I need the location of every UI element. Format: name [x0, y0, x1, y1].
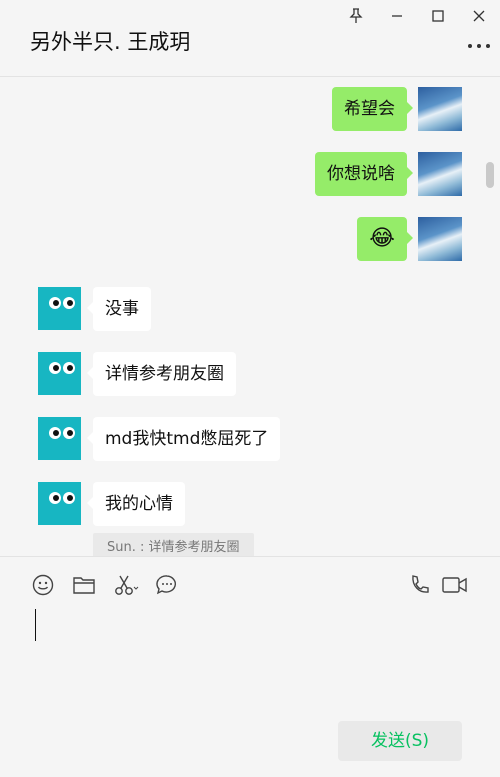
- more-options-icon[interactable]: [468, 36, 490, 56]
- message-row: 详情参考朋友圈: [0, 352, 500, 396]
- their-message-bubble[interactable]: 没事: [87, 287, 151, 331]
- contact-avatar[interactable]: [38, 417, 81, 460]
- contact-avatar[interactable]: [38, 482, 81, 525]
- message-row: 没事: [0, 287, 500, 331]
- my-avatar[interactable]: [418, 217, 462, 261]
- send-button[interactable]: 发送(S): [338, 721, 462, 761]
- message-row: 希望会: [0, 87, 500, 131]
- contact-avatar[interactable]: [38, 352, 81, 395]
- their-message-bubble[interactable]: 我的心情: [87, 482, 185, 526]
- video-call-icon[interactable]: [442, 573, 468, 597]
- contact-avatar[interactable]: [38, 287, 81, 330]
- my-avatar[interactable]: [418, 152, 462, 196]
- my-message-bubble[interactable]: 😂: [357, 217, 413, 261]
- message-list[interactable]: 希望会 你想说啥 😂 没事 详情参考朋友圈 md我快tmd憋屈死了 我的心情 S…: [0, 78, 500, 556]
- my-avatar[interactable]: [418, 87, 462, 131]
- quoted-message[interactable]: Sun. : 详情参考朋友圈: [93, 533, 254, 556]
- pin-icon[interactable]: [346, 6, 366, 26]
- message-row: md我快tmd憋屈死了: [0, 417, 500, 461]
- text-input-caret[interactable]: [35, 609, 36, 641]
- message-row: 你想说啥: [0, 152, 500, 196]
- message-row: 😂: [0, 217, 500, 261]
- message-composer: 发送(S): [0, 556, 500, 777]
- chat-bubble-icon[interactable]: [155, 573, 179, 597]
- chat-header: 另外半只. 王成玥: [0, 0, 500, 77]
- chat-title: 另外半只. 王成玥: [30, 30, 191, 54]
- scissors-icon[interactable]: [113, 573, 141, 597]
- folder-icon[interactable]: [72, 573, 96, 597]
- my-message-bubble[interactable]: 你想说啥: [315, 152, 413, 196]
- maximize-icon[interactable]: [428, 6, 448, 26]
- close-icon[interactable]: [469, 6, 489, 26]
- my-message-bubble[interactable]: 希望会: [332, 87, 413, 131]
- message-row: 我的心情: [0, 482, 500, 526]
- emoji-icon[interactable]: [31, 573, 55, 597]
- their-message-bubble[interactable]: md我快tmd憋屈死了: [86, 417, 281, 461]
- their-message-bubble[interactable]: 详情参考朋友圈: [87, 352, 236, 396]
- phone-icon[interactable]: [408, 573, 432, 597]
- minimize-icon[interactable]: [387, 6, 407, 26]
